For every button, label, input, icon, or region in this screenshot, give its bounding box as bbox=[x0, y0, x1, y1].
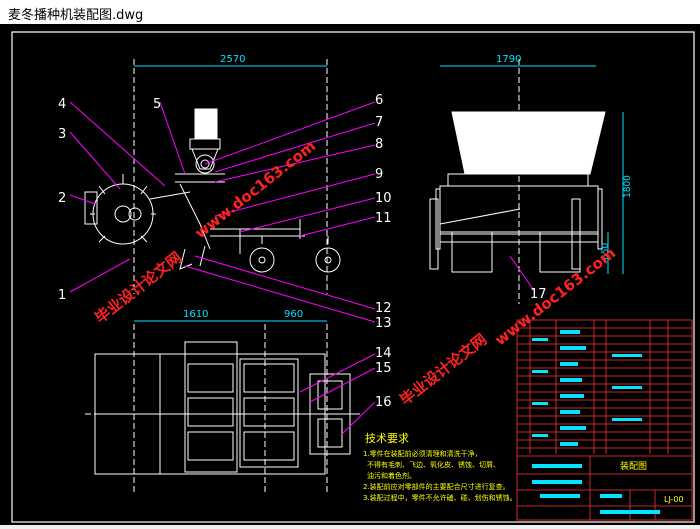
tech-note: 3.装配过程中，零件不允许磕、碰、划伤和锈蚀。 bbox=[363, 493, 517, 502]
title-bar: 麦冬播种机装配图.dwg bbox=[0, 0, 700, 25]
dim-front-height: 1800 bbox=[623, 175, 633, 198]
dim-side-width: 2570 bbox=[220, 54, 245, 65]
tech-note: 不得有毛刺、飞边、氧化皮、锈蚀、切屑、 bbox=[367, 460, 500, 469]
watermark-site: www.doc163.com bbox=[491, 244, 619, 349]
drawing-code: LJ-00 bbox=[664, 495, 684, 504]
table-cell-marks bbox=[532, 330, 660, 514]
watermark-brand: 毕业设计论文网 bbox=[91, 248, 185, 327]
tech-title: 技术要求 bbox=[365, 432, 409, 445]
part-number: 12 bbox=[375, 301, 392, 316]
part-number: 4 bbox=[58, 97, 66, 112]
tech-note: 油污和着色剂。 bbox=[367, 471, 416, 480]
part-number: 6 bbox=[375, 93, 383, 108]
part-number: 9 bbox=[375, 167, 383, 182]
part-number: 7 bbox=[375, 115, 383, 130]
part-number: 10 bbox=[375, 191, 392, 206]
watermark-brand: 毕业设计论文网 bbox=[396, 330, 490, 409]
dim-top-right: 960 bbox=[284, 309, 303, 320]
parts-table bbox=[516, 319, 693, 521]
side-view bbox=[84, 59, 341, 294]
top-dimensions: 1610 960 bbox=[134, 309, 327, 322]
part-number: 1 bbox=[58, 288, 66, 303]
dim-top-left: 1610 bbox=[183, 309, 208, 320]
part-number: 2 bbox=[58, 191, 66, 206]
tech-note: 2.装配前应对零部件的主要配合尺寸进行复查。 bbox=[363, 482, 510, 491]
part-number: 15 bbox=[375, 361, 392, 376]
part-number: 8 bbox=[375, 137, 383, 152]
dim-front-width: 1790 bbox=[496, 54, 521, 65]
window-title: 麦冬播种机装配图.dwg bbox=[8, 8, 144, 23]
title-block: 装配图 LJ-00 bbox=[620, 460, 684, 504]
part-number: 13 bbox=[375, 316, 392, 331]
part-number: 5 bbox=[153, 97, 161, 112]
side-dimension: 2570 bbox=[134, 54, 327, 67]
part-number: 11 bbox=[375, 211, 392, 226]
drawing-svg: 2570 1790 1800 650 1610 960 1 2 3 4 5 6 … bbox=[11, 31, 695, 523]
part-number: 14 bbox=[375, 346, 392, 361]
tech-notes: 技术要求 1.零件在装配前必须清理和清洗干净， 不得有毛刺、飞边、氧化皮、锈蚀、… bbox=[363, 432, 517, 502]
part-number: 16 bbox=[375, 395, 392, 410]
part-number: 3 bbox=[58, 127, 66, 142]
top-view bbox=[85, 324, 360, 494]
tech-note: 1.零件在装配前必须清理和清洗干净， bbox=[363, 449, 482, 458]
cad-canvas[interactable]: 2570 1790 1800 650 1610 960 1 2 3 4 5 6 … bbox=[0, 24, 700, 525]
drawing-name: 装配图 bbox=[620, 460, 647, 472]
